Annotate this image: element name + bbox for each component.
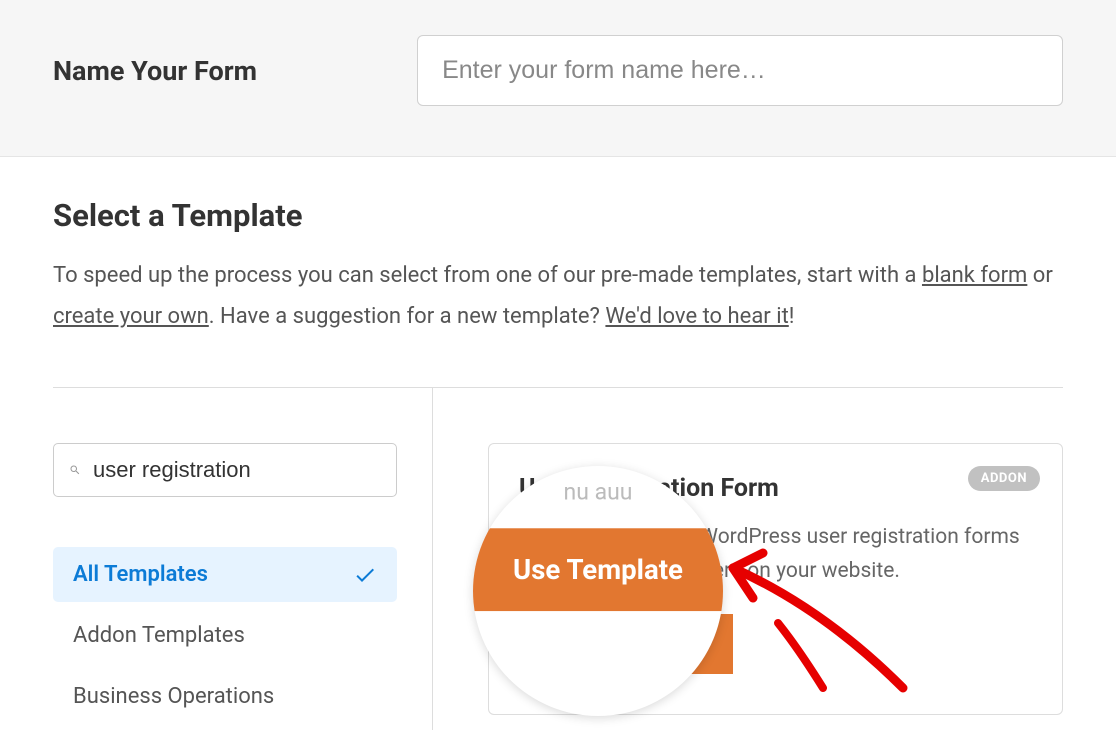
template-search-input[interactable] [93, 457, 381, 483]
category-business-operations[interactable]: Business Operations [53, 669, 397, 724]
category-label: Business Operations [73, 684, 274, 709]
create-your-own-link[interactable]: create your own [53, 304, 209, 329]
category-list: All Templates Addon Templates Business O… [53, 547, 397, 724]
template-search-box[interactable] [53, 443, 397, 497]
category-label: All Templates [73, 562, 208, 587]
template-card: ADDON User Registration Form Create cust… [488, 443, 1063, 714]
addon-badge: ADDON [968, 466, 1040, 491]
template-area: All Templates Addon Templates Business O… [53, 387, 1063, 730]
category-all-templates[interactable]: All Templates [53, 547, 397, 602]
form-name-input[interactable] [417, 35, 1063, 106]
template-sidebar: All Templates Addon Templates Business O… [53, 388, 433, 730]
desc-text-1: To speed up the process you can select f… [53, 263, 922, 288]
template-description-text: To speed up the process you can select f… [53, 256, 1063, 337]
template-content-section: Select a Template To speed up the proces… [0, 157, 1116, 730]
form-name-section: Name Your Form [0, 0, 1116, 157]
template-card-title: User Registration Form [519, 474, 1032, 503]
use-template-button[interactable]: Use Template [519, 614, 733, 674]
feedback-link[interactable]: We'd love to hear it [605, 304, 788, 329]
desc-text-2: or [1027, 263, 1052, 288]
form-name-label: Name Your Form [53, 55, 257, 87]
category-addon-templates[interactable]: Addon Templates [53, 608, 397, 663]
category-label: Addon Templates [73, 623, 245, 648]
template-card-description: Create customized WordPress user registr… [519, 521, 1032, 588]
desc-text-3: . Have a suggestion for a new template? [209, 304, 606, 329]
template-panel: ADDON User Registration Form Create cust… [433, 388, 1063, 730]
search-icon [69, 459, 81, 481]
blank-form-link[interactable]: blank form [922, 263, 1027, 288]
check-icon [353, 563, 377, 587]
select-template-heading: Select a Template [53, 197, 1063, 234]
desc-text-4: ! [789, 304, 795, 329]
